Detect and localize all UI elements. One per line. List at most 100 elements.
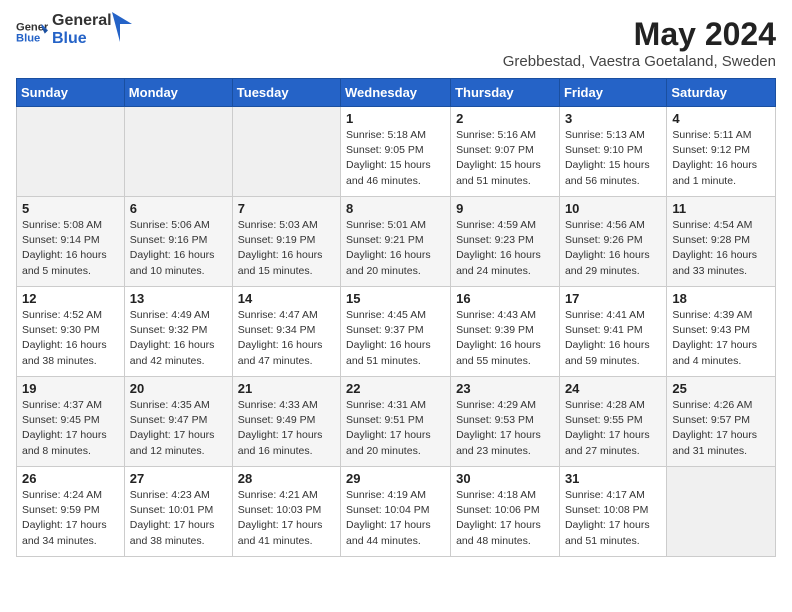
day-number: 20 bbox=[130, 381, 227, 396]
calendar-cell: 14 Sunrise: 4:47 AMSunset: 9:34 PMDayligh… bbox=[232, 287, 340, 377]
calendar-body: 1 Sunrise: 5:18 AMSunset: 9:05 PMDaylight… bbox=[17, 107, 776, 557]
day-number: 5 bbox=[22, 201, 119, 216]
calendar-cell bbox=[17, 107, 125, 197]
day-number: 22 bbox=[346, 381, 445, 396]
day-number: 2 bbox=[456, 111, 554, 126]
day-number: 17 bbox=[565, 291, 661, 306]
calendar-cell: 30Sunrise: 4:18 AMSunset: 10:06 PMDaylig… bbox=[451, 467, 560, 557]
day-info: Sunrise: 5:13 AMSunset: 9:10 PMDaylight:… bbox=[565, 128, 661, 189]
day-number: 29 bbox=[346, 471, 445, 486]
day-number: 11 bbox=[672, 201, 770, 216]
calendar-cell: 10Sunrise: 4:56 AMSunset: 9:26 PMDayligh… bbox=[559, 197, 666, 287]
calendar-cell: 22Sunrise: 4:31 AMSunset: 9:51 PMDayligh… bbox=[341, 377, 451, 467]
calendar-cell: 3 Sunrise: 5:13 AMSunset: 9:10 PMDaylight… bbox=[559, 107, 666, 197]
month-title: May 2024 bbox=[503, 16, 776, 53]
day-number: 21 bbox=[238, 381, 335, 396]
day-number: 14 bbox=[238, 291, 335, 306]
day-info: Sunrise: 4:47 AMSunset: 9:34 PMDaylight:… bbox=[238, 308, 335, 369]
day-info: Sunrise: 4:52 AMSunset: 9:30 PMDaylight:… bbox=[22, 308, 119, 369]
day-info: Sunrise: 4:29 AMSunset: 9:53 PMDaylight:… bbox=[456, 398, 554, 459]
day-info: Sunrise: 4:45 AMSunset: 9:37 PMDaylight:… bbox=[346, 308, 445, 369]
day-number: 4 bbox=[672, 111, 770, 126]
weekday-header-saturday: Saturday bbox=[667, 79, 776, 107]
calendar-cell: 18 Sunrise: 4:39 AMSunset: 9:43 PMDayligh… bbox=[667, 287, 776, 377]
calendar-table: SundayMondayTuesdayWednesdayThursdayFrid… bbox=[16, 78, 776, 557]
day-info: Sunrise: 4:59 AMSunset: 9:23 PMDaylight:… bbox=[456, 218, 554, 279]
day-number: 12 bbox=[22, 291, 119, 306]
day-number: 7 bbox=[238, 201, 335, 216]
day-info: Sunrise: 5:11 AMSunset: 9:12 PMDaylight:… bbox=[672, 128, 770, 189]
weekday-header-sunday: Sunday bbox=[17, 79, 125, 107]
calendar-week-1: 1 Sunrise: 5:18 AMSunset: 9:05 PMDaylight… bbox=[17, 107, 776, 197]
calendar-cell: 12 Sunrise: 4:52 AMSunset: 9:30 PMDayligh… bbox=[17, 287, 125, 377]
calendar-cell: 6 Sunrise: 5:06 AMSunset: 9:16 PMDaylight… bbox=[124, 197, 232, 287]
calendar-cell: 25 Sunrise: 4:26 AMSunset: 9:57 PMDayligh… bbox=[667, 377, 776, 467]
calendar-cell: 28Sunrise: 4:21 AMSunset: 10:03 PMDaylig… bbox=[232, 467, 340, 557]
calendar-cell: 31 Sunrise: 4:17 AMSunset: 10:08 PMDaylig… bbox=[559, 467, 666, 557]
day-info: Sunrise: 4:26 AMSunset: 9:57 PMDaylight:… bbox=[672, 398, 770, 459]
day-info: Sunrise: 5:16 AMSunset: 9:07 PMDaylight:… bbox=[456, 128, 554, 189]
day-number: 13 bbox=[130, 291, 227, 306]
weekday-header-tuesday: Tuesday bbox=[232, 79, 340, 107]
calendar-week-4: 19 Sunrise: 4:37 AMSunset: 9:45 PMDayligh… bbox=[17, 377, 776, 467]
calendar-cell: 26 Sunrise: 4:24 AMSunset: 9:59 PMDayligh… bbox=[17, 467, 125, 557]
location-subtitle: Grebbestad, Vaestra Goetaland, Sweden bbox=[503, 53, 776, 70]
calendar-cell bbox=[667, 467, 776, 557]
calendar-week-2: 5 Sunrise: 5:08 AMSunset: 9:14 PMDaylight… bbox=[17, 197, 776, 287]
weekday-header-friday: Friday bbox=[559, 79, 666, 107]
day-number: 24 bbox=[565, 381, 661, 396]
day-info: Sunrise: 4:28 AMSunset: 9:55 PMDaylight:… bbox=[565, 398, 661, 459]
day-number: 31 bbox=[565, 471, 661, 486]
day-number: 19 bbox=[22, 381, 119, 396]
logo-icon: General Blue bbox=[16, 16, 48, 48]
day-info: Sunrise: 5:03 AMSunset: 9:19 PMDaylight:… bbox=[238, 218, 335, 279]
calendar-cell: 19 Sunrise: 4:37 AMSunset: 9:45 PMDayligh… bbox=[17, 377, 125, 467]
day-number: 1 bbox=[346, 111, 445, 126]
calendar-cell: 9Sunrise: 4:59 AMSunset: 9:23 PMDaylight… bbox=[451, 197, 560, 287]
day-info: Sunrise: 4:39 AMSunset: 9:43 PMDaylight:… bbox=[672, 308, 770, 369]
day-number: 25 bbox=[672, 381, 770, 396]
calendar-cell: 1 Sunrise: 5:18 AMSunset: 9:05 PMDaylight… bbox=[341, 107, 451, 197]
calendar-cell: 4 Sunrise: 5:11 AMSunset: 9:12 PMDaylight… bbox=[667, 107, 776, 197]
title-area: May 2024 Grebbestad, Vaestra Goetaland, … bbox=[503, 16, 776, 70]
day-info: Sunrise: 4:17 AMSunset: 10:08 PMDaylight… bbox=[565, 488, 661, 549]
day-info: Sunrise: 5:18 AMSunset: 9:05 PMDaylight:… bbox=[346, 128, 445, 189]
logo-general: General bbox=[52, 12, 112, 30]
day-number: 3 bbox=[565, 111, 661, 126]
calendar-cell bbox=[232, 107, 340, 197]
calendar-cell: 20Sunrise: 4:35 AMSunset: 9:47 PMDayligh… bbox=[124, 377, 232, 467]
calendar-cell: 11 Sunrise: 4:54 AMSunset: 9:28 PMDayligh… bbox=[667, 197, 776, 287]
day-info: Sunrise: 5:06 AMSunset: 9:16 PMDaylight:… bbox=[130, 218, 227, 279]
calendar-cell: 8Sunrise: 5:01 AMSunset: 9:21 PMDaylight… bbox=[341, 197, 451, 287]
day-info: Sunrise: 4:24 AMSunset: 9:59 PMDaylight:… bbox=[22, 488, 119, 549]
day-info: Sunrise: 5:08 AMSunset: 9:14 PMDaylight:… bbox=[22, 218, 119, 279]
calendar-cell: 16 Sunrise: 4:43 AMSunset: 9:39 PMDayligh… bbox=[451, 287, 560, 377]
day-info: Sunrise: 4:37 AMSunset: 9:45 PMDaylight:… bbox=[22, 398, 119, 459]
calendar-cell: 27Sunrise: 4:23 AMSunset: 10:01 PMDaylig… bbox=[124, 467, 232, 557]
svg-text:Blue: Blue bbox=[16, 33, 40, 45]
calendar-cell bbox=[124, 107, 232, 197]
day-number: 30 bbox=[456, 471, 554, 486]
day-info: Sunrise: 4:54 AMSunset: 9:28 PMDaylight:… bbox=[672, 218, 770, 279]
day-number: 26 bbox=[22, 471, 119, 486]
calendar-cell: 21Sunrise: 4:33 AMSunset: 9:49 PMDayligh… bbox=[232, 377, 340, 467]
calendar-cell: 24 Sunrise: 4:28 AMSunset: 9:55 PMDayligh… bbox=[559, 377, 666, 467]
day-number: 18 bbox=[672, 291, 770, 306]
logo: General Blue General Blue bbox=[16, 16, 132, 48]
weekday-header-wednesday: Wednesday bbox=[341, 79, 451, 107]
day-info: Sunrise: 4:43 AMSunset: 9:39 PMDaylight:… bbox=[456, 308, 554, 369]
weekday-header-thursday: Thursday bbox=[451, 79, 560, 107]
logo-blue: Blue bbox=[52, 30, 112, 48]
day-number: 15 bbox=[346, 291, 445, 306]
day-info: Sunrise: 4:56 AMSunset: 9:26 PMDaylight:… bbox=[565, 218, 661, 279]
calendar-cell: 5 Sunrise: 5:08 AMSunset: 9:14 PMDaylight… bbox=[17, 197, 125, 287]
day-number: 16 bbox=[456, 291, 554, 306]
day-number: 6 bbox=[130, 201, 227, 216]
calendar-cell: 13Sunrise: 4:49 AMSunset: 9:32 PMDayligh… bbox=[124, 287, 232, 377]
day-info: Sunrise: 4:19 AMSunset: 10:04 PMDaylight… bbox=[346, 488, 445, 549]
calendar-cell: 29 Sunrise: 4:19 AMSunset: 10:04 PMDaylig… bbox=[341, 467, 451, 557]
calendar-cell: 7 Sunrise: 5:03 AMSunset: 9:19 PMDaylight… bbox=[232, 197, 340, 287]
day-number: 8 bbox=[346, 201, 445, 216]
calendar-week-3: 12 Sunrise: 4:52 AMSunset: 9:30 PMDayligh… bbox=[17, 287, 776, 377]
calendar-cell: 2 Sunrise: 5:16 AMSunset: 9:07 PMDaylight… bbox=[451, 107, 560, 197]
